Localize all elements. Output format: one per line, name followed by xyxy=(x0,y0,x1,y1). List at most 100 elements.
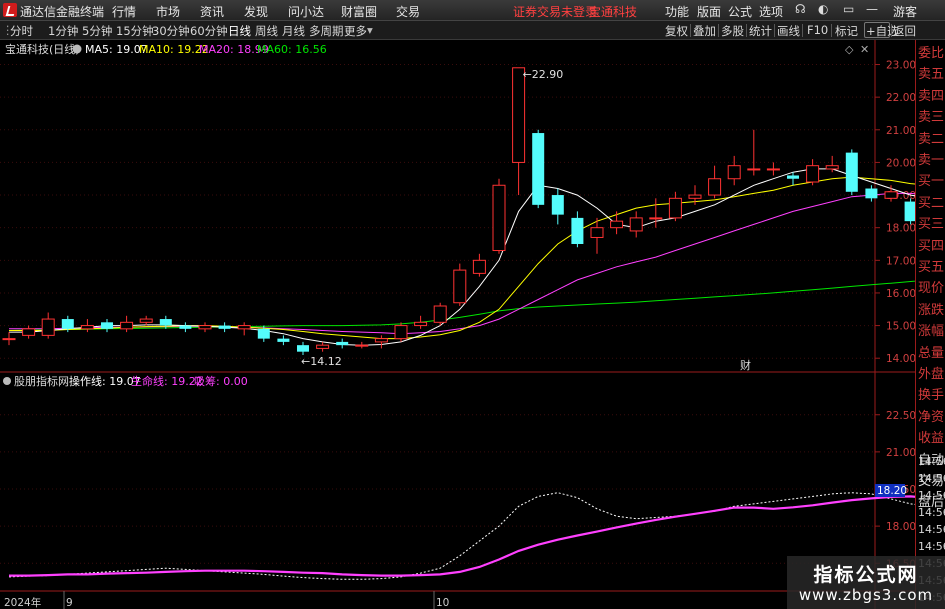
candle-body-down[interactable] xyxy=(336,341,349,346)
candle-body-up[interactable] xyxy=(825,165,839,170)
quote-panel-item[interactable]: 委比 xyxy=(918,42,944,61)
candle-body-up[interactable] xyxy=(394,325,408,340)
candle-body-up[interactable] xyxy=(80,325,94,330)
candle-body-up[interactable] xyxy=(688,194,702,199)
monitor-icon[interactable]: ▭ xyxy=(843,2,854,16)
menu-item-quotes[interactable]: 行情 xyxy=(112,3,136,20)
candle-body-down[interactable] xyxy=(532,133,545,205)
guest-label[interactable]: 游客 xyxy=(893,3,917,20)
headset-icon[interactable]: ☊ xyxy=(795,2,806,16)
menu-item-wealth-circle[interactable]: 财富圈 xyxy=(341,3,377,20)
settings-dot-icon[interactable] xyxy=(72,44,82,54)
period-intraday[interactable]: 分时 xyxy=(10,23,33,39)
multi-stock-button[interactable]: 多股 xyxy=(721,23,744,39)
back-button[interactable]: 返回 xyxy=(893,23,916,39)
candle-body-up[interactable] xyxy=(237,325,251,330)
f10-button[interactable]: F10 xyxy=(807,23,828,37)
quote-panel-item[interactable]: 卖三 xyxy=(918,106,944,125)
period-1min[interactable]: 1分钟 xyxy=(48,23,78,39)
period-weekly[interactable]: 周线 xyxy=(255,23,278,39)
candle-body-up[interactable] xyxy=(41,318,55,336)
minimize-icon[interactable]: — xyxy=(866,2,878,16)
candle-body-down[interactable] xyxy=(277,338,290,342)
menu-item-discover[interactable]: 发现 xyxy=(244,3,268,20)
period-daily[interactable]: 日线 xyxy=(228,23,251,39)
candle-body-up[interactable] xyxy=(453,269,467,304)
login-notice[interactable]: 证券交易未登录 xyxy=(513,3,597,20)
period-monthly[interactable]: 月线 xyxy=(282,23,305,39)
candle-body-down[interactable] xyxy=(551,195,564,215)
candle-body-up[interactable] xyxy=(414,321,428,327)
menu-item-news[interactable]: 资讯 xyxy=(200,3,224,20)
candle-body-down[interactable] xyxy=(904,201,917,222)
indicator-settings-icon[interactable] xyxy=(3,377,11,385)
candle-body-up[interactable] xyxy=(649,217,663,220)
candle-body-down[interactable] xyxy=(571,217,584,244)
quote-panel-item[interactable]: 卖二 xyxy=(918,128,944,147)
candle-body-up[interactable] xyxy=(22,328,36,336)
quote-panel-item[interactable]: 买二 xyxy=(918,192,944,211)
quote-panel-item[interactable]: 涨跌 xyxy=(918,299,944,318)
quote-panel-item[interactable]: 换手 xyxy=(918,384,944,403)
quote-panel-item[interactable]: 现价 xyxy=(918,277,944,296)
quote-panel-item[interactable]: 卖五 xyxy=(918,63,944,82)
period-multi[interactable]: 多周期 xyxy=(309,23,344,39)
menu-item-formula[interactable]: 公式 xyxy=(728,3,752,20)
overlay-button[interactable]: 叠加 xyxy=(693,23,716,39)
candle-body-up[interactable] xyxy=(198,325,212,330)
candle-body-up[interactable] xyxy=(747,168,761,171)
candle-body-up[interactable] xyxy=(708,178,722,196)
candle-body-down[interactable] xyxy=(61,319,74,329)
candle-body-up[interactable] xyxy=(610,220,624,229)
candle-body-down[interactable] xyxy=(865,188,878,199)
candle-body-up[interactable] xyxy=(766,168,780,171)
statistics-button[interactable]: 统计 xyxy=(749,23,772,39)
candle-body-up[interactable] xyxy=(355,344,369,347)
quote-panel-item[interactable]: 涨幅 xyxy=(918,320,944,339)
quote-panel-item[interactable]: 买一 xyxy=(918,170,944,189)
quote-panel-item[interactable]: 买五 xyxy=(918,256,944,275)
candle-body-down[interactable] xyxy=(845,152,858,192)
period-15min[interactable]: 15分钟 xyxy=(116,23,154,39)
candle-body-up[interactable] xyxy=(492,184,506,252)
candle-body-up[interactable] xyxy=(433,305,447,323)
candle-body-up[interactable] xyxy=(668,197,682,219)
kline-chart-svg[interactable]: 23.0022.0021.0020.0019.0018.0017.0016.00… xyxy=(0,40,945,609)
quote-panel-item[interactable]: 卖四 xyxy=(918,85,944,104)
chevron-down-icon[interactable]: ▾ xyxy=(367,23,373,37)
menu-item-trade[interactable]: 交易 xyxy=(396,3,420,20)
candle-body-up[interactable] xyxy=(374,338,388,343)
chart-area[interactable]: 23.00 22.00 21.00 20.00 19.00 18.00 17.00 16.00… xyxy=(0,40,945,609)
mark-button[interactable]: 标记 xyxy=(835,23,858,39)
quote-panel-item[interactable]: 买四 xyxy=(918,235,944,254)
chart-option-icon[interactable]: ◇ xyxy=(845,43,854,56)
candle-body-up[interactable] xyxy=(727,165,741,180)
theme-icon[interactable]: ◐ xyxy=(818,2,828,16)
candle-body-up[interactable] xyxy=(590,227,604,238)
candle-body-up[interactable] xyxy=(884,191,898,199)
period-more[interactable]: 更多 xyxy=(344,23,367,39)
menu-item-layout[interactable]: 版面 xyxy=(697,3,721,20)
adjust-button[interactable]: 复权 xyxy=(665,23,688,39)
quote-panel-item[interactable]: 收益 xyxy=(918,427,944,446)
candle-body-up[interactable] xyxy=(316,344,330,349)
menu-item-function[interactable]: 功能 xyxy=(665,3,689,20)
quote-panel-item[interactable]: 卖一 xyxy=(918,149,944,168)
candle-body-up[interactable] xyxy=(139,318,153,323)
candle-body-down[interactable] xyxy=(179,325,192,329)
candle-body-up[interactable] xyxy=(806,165,820,183)
quote-panel-item[interactable]: 净资 xyxy=(918,406,944,425)
candle-body-up[interactable] xyxy=(512,67,526,163)
candle-body-up[interactable] xyxy=(120,321,134,330)
menu-item-market[interactable]: 市场 xyxy=(156,3,180,20)
quote-panel-item[interactable]: 总量 xyxy=(918,342,944,361)
quote-panel-item[interactable]: 买三 xyxy=(918,213,944,232)
period-60min[interactable]: 60分钟 xyxy=(190,23,228,39)
financial-event-marker[interactable]: 财 xyxy=(740,358,751,372)
candle-body-down[interactable] xyxy=(159,319,172,326)
period-5min[interactable]: 5分钟 xyxy=(82,23,112,39)
candle-body-up[interactable] xyxy=(2,338,16,341)
menu-item-ask[interactable]: 问小达 xyxy=(288,3,324,20)
candle-body-up[interactable] xyxy=(629,217,643,232)
menu-item-options[interactable]: 选项 xyxy=(759,3,783,20)
